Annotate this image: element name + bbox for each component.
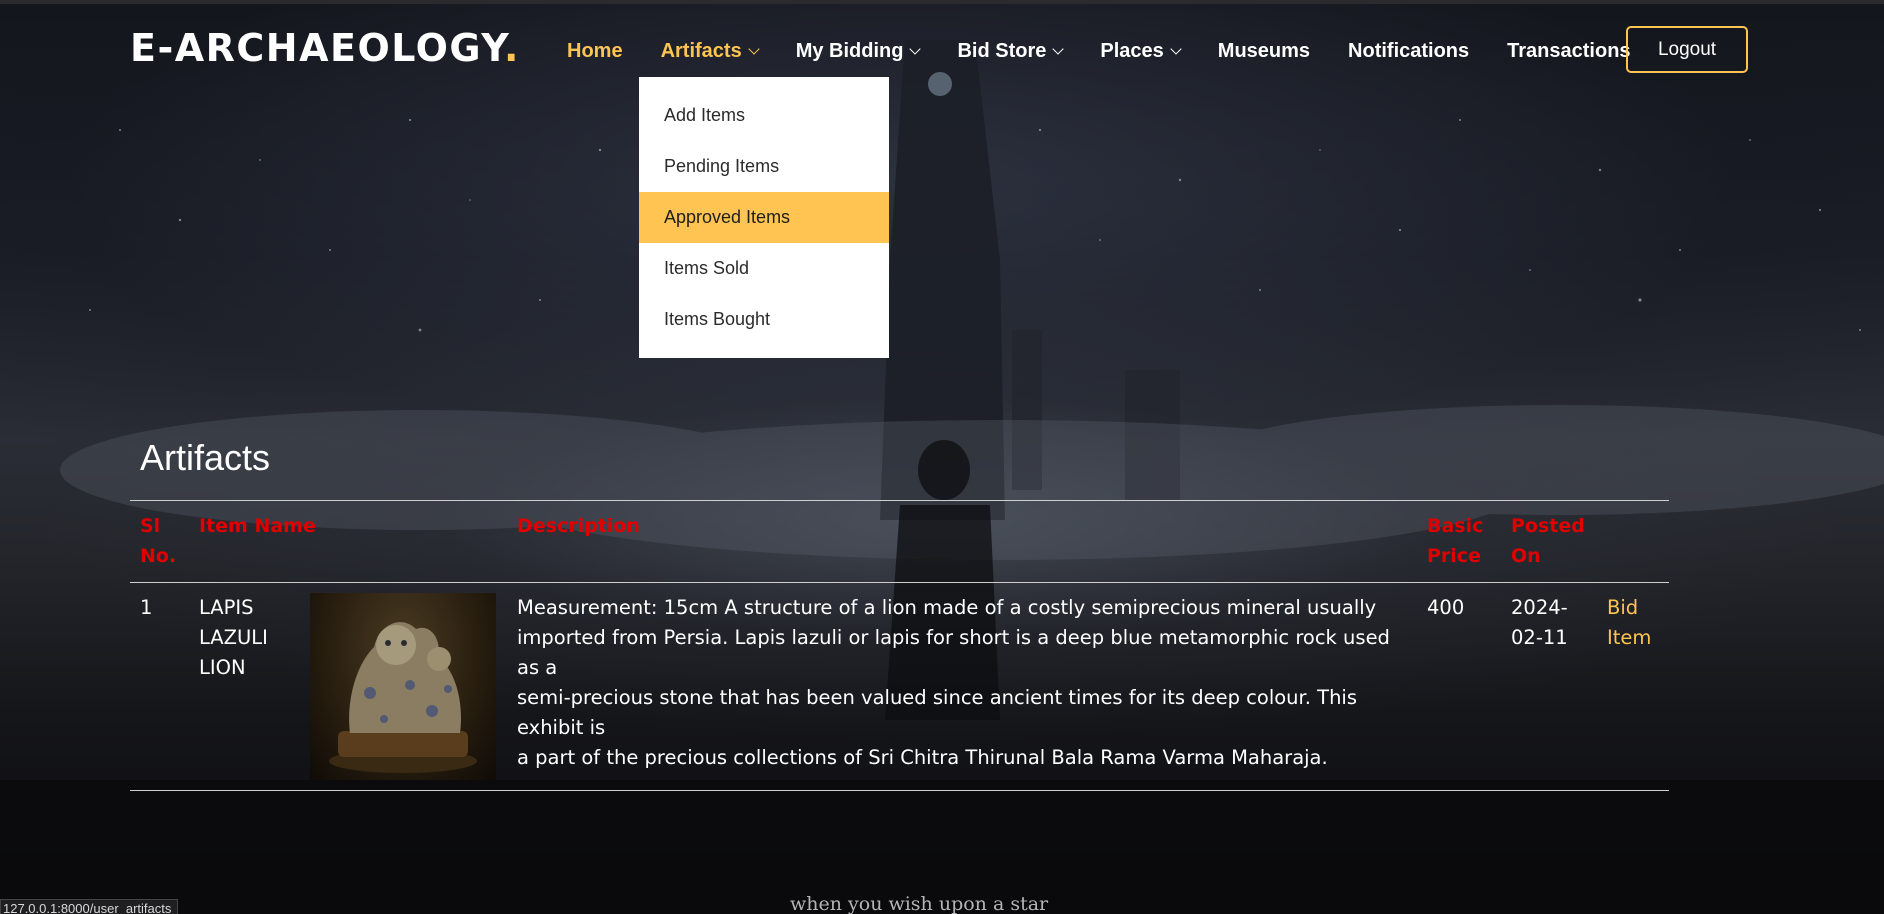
column-header-basic-price-line1: Basic [1427,515,1484,537]
cell-description-line4: a part of the precious collections of Sr… [517,746,1328,769]
cell-description-line2: imported from Persia. Lapis lazuli or la… [517,626,1390,679]
nav-places[interactable]: Places [1100,39,1182,63]
chevron-down-icon [1052,42,1065,55]
chevron-down-icon [1170,42,1182,55]
nav-home[interactable]: Home [567,40,623,63]
column-header-sl-no: Sl No. [140,511,176,571]
cell-item-name: LAPIS LAZULI LION [199,593,268,683]
artifacts-dropdown-menu: Add Items Pending Items Approved Items I… [639,77,889,358]
nav-my-bidding-label: My Bidding [795,39,904,62]
menu-item-items-sold[interactable]: Items Sold [639,243,889,294]
page: E-ARCHAEOLOGY. Home Artifacts My Bidding… [0,0,1884,914]
cell-posted-on: 2024- 02-11 [1511,593,1568,653]
table-top-border [130,500,1669,501]
bid-item-link[interactable]: Bid Item [1607,593,1651,653]
column-header-item-name: Item Name [199,515,316,537]
menu-item-approved-items[interactable]: Approved Items [639,192,889,243]
column-header-posted-on: Posted On [1511,511,1585,571]
nav-home-label: Home [567,39,623,62]
column-header-basic-price-line2: Price [1427,545,1481,567]
nav-transactions[interactable]: Transactions [1507,40,1630,63]
cell-posted-on-line1: 2024- [1511,596,1568,619]
column-header-posted-on-line1: Posted [1511,515,1585,537]
bid-item-link-line2: Item [1607,626,1652,649]
background-caption: when you wish upon a star [790,893,1049,914]
cell-basic-price: 400 [1427,596,1465,619]
nav-notifications-label: Notifications [1348,39,1470,62]
cell-description-line1: Measurement: 15cm A structure of a lion … [517,596,1377,619]
column-header-basic-price: Basic Price [1427,511,1483,571]
cell-posted-on-line2: 02-11 [1511,626,1568,649]
bid-item-link-line1: Bid [1607,596,1639,619]
nav-artifacts[interactable]: Artifacts [660,39,760,63]
top-border [0,0,1884,4]
menu-item-add-items[interactable]: Add Items [639,90,889,141]
main-nav: Home Artifacts My Bidding Bid Store Plac… [567,36,1631,66]
nav-museums-label: Museums [1217,39,1311,62]
table-bottom-border [130,790,1669,791]
cell-item-name-line1: LAPIS [199,596,254,619]
nav-notifications[interactable]: Notifications [1348,40,1469,63]
cell-sl-no: 1 [140,596,153,619]
lion-statue-image [329,622,477,773]
nav-artifacts-label: Artifacts [660,39,742,62]
cell-item-name-line3: LION [199,656,246,679]
item-photo [310,593,496,780]
status-bar-url: 127.0.0.1:8000/user_artifacts [0,899,179,914]
nav-bid-store-label: Bid Store [957,39,1047,62]
cell-description-line3: semi-precious stone that has been valued… [517,686,1358,739]
site-logo[interactable]: E-ARCHAEOLOGY. [130,26,520,70]
column-header-posted-on-line2: On [1511,545,1541,567]
chevron-down-icon [909,42,922,55]
nav-places-label: Places [1100,39,1164,62]
logo-dot: . [504,26,520,70]
chevron-down-icon [748,42,760,55]
nav-museums[interactable]: Museums [1218,40,1310,63]
menu-item-pending-items[interactable]: Pending Items [639,141,889,192]
menu-item-items-bought[interactable]: Items Bought [639,294,889,345]
column-header-sl-no-line1: Sl [140,515,161,537]
table-header-border [130,582,1669,583]
page-title: Artifacts [140,437,271,478]
nav-bid-store[interactable]: Bid Store [957,39,1065,63]
cell-description: Measurement: 15cm A structure of a lion … [517,593,1407,773]
nav-my-bidding[interactable]: My Bidding [795,39,922,63]
column-header-sl-no-line2: No. [140,545,177,567]
logo-text: E-ARCHAEOLOGY [130,26,505,70]
cell-item-name-line2: LAZULI [199,626,268,649]
logout-button[interactable]: Logout [1626,26,1748,73]
nav-transactions-label: Transactions [1507,39,1631,62]
background-illustration [0,0,1884,914]
column-header-description: Description [517,515,640,537]
night-sky-scene [0,40,1884,914]
